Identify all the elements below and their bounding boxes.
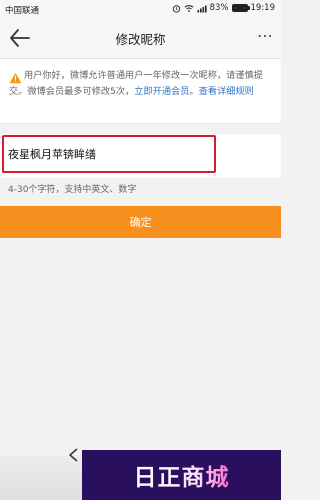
page-title: 修改昵称	[115, 32, 166, 47]
battery-icon	[231, 4, 250, 12]
notice-text: 用户你好，微博允许普通用户一年修改一次昵称，请谨慎提交。微博会员最多可修改5次，…	[9, 68, 275, 100]
alarm-icon	[172, 4, 181, 13]
status-bar: 中国联通 83% 19:19	[0, 0, 281, 18]
status-icons: 83% 19:19	[172, 3, 275, 13]
notice-panel: 用户你好，微博允许普通用户一年修改一次昵称，请谨慎提交。微博会员最多可修改5次，…	[0, 59, 281, 124]
carrier-label: 中国联通	[5, 6, 40, 16]
navigation-bar: 修改昵称 ⋯	[0, 18, 281, 59]
watermark-text: 日正商城	[134, 458, 230, 492]
nickname-hint: 4-30个字符，支持中英文、数字	[8, 185, 137, 195]
nickname-input[interactable]: 夜星枫月苹锛眸缮	[8, 146, 96, 162]
open-member-link[interactable]: 立即开通会员	[134, 86, 189, 97]
confirm-button[interactable]: 确定	[0, 206, 281, 238]
watermark: 日正商城	[82, 450, 281, 500]
view-rules-link[interactable]: 查看详细规则	[199, 86, 254, 97]
battery-percentage: 83%	[209, 3, 229, 13]
more-options-icon[interactable]: ⋯	[257, 26, 273, 45]
signal-icon	[197, 4, 207, 13]
system-back-icon[interactable]	[66, 447, 82, 463]
wifi-icon	[184, 4, 194, 13]
status-time: 19:19	[250, 3, 276, 13]
notice-separator: 。	[189, 86, 199, 97]
